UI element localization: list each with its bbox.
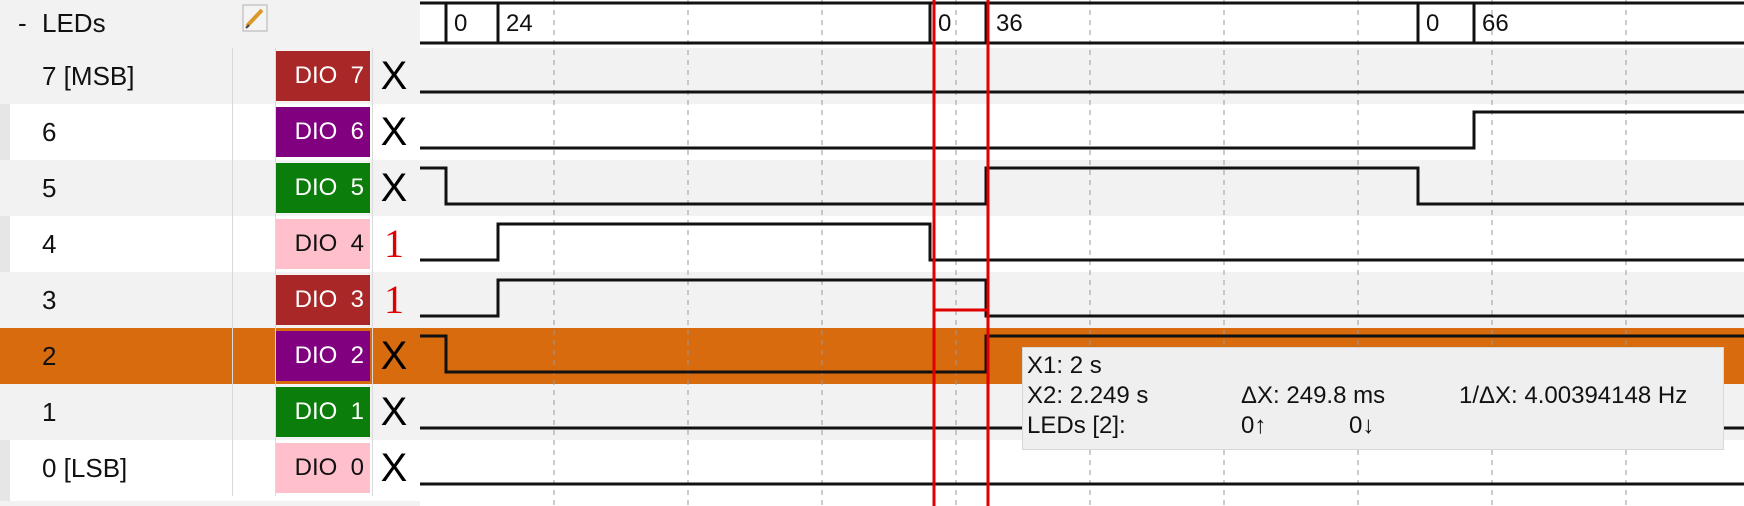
channel-name: 1 [42,397,57,427]
delta-x-readout: ΔX: 249.8 ms [1241,382,1386,409]
rising-edge-count: 0↑ [1241,412,1267,439]
channel-name: 3 [42,285,57,315]
bus-value: 0 [1426,10,1439,37]
channel-name: 5 [42,173,57,203]
channel-name: 4 [42,229,57,259]
channel-row[interactable]: 5 DIO 5X [0,160,420,216]
bus-row-bg [420,0,1744,48]
wave-row-bg [420,48,1744,104]
column-divider [372,160,373,216]
channel-name: 6 [42,117,57,147]
column-divider [372,104,373,160]
column-divider [232,48,233,104]
channel-state[interactable]: X [376,48,412,104]
column-divider [232,440,233,496]
channel-edge-label: LEDs [2]: [1027,412,1126,439]
dio-pin-label[interactable]: DIO 4 [276,219,370,269]
bus-value: 66 [1482,10,1509,37]
dio-pin-label[interactable]: DIO 1 [276,387,370,437]
channel-state[interactable]: X [376,160,412,216]
bus-value: 36 [996,10,1023,37]
collapse-toggle[interactable]: - [18,8,27,39]
column-divider [232,160,233,216]
dio-pin-label[interactable]: DIO 2 [276,331,370,381]
bus-name: LEDs [42,8,106,38]
channel-state[interactable]: 1 [376,216,412,272]
column-divider [232,104,233,160]
column-divider [372,272,373,328]
channel-row[interactable]: 0 [LSB] DIO 0X [0,440,420,496]
channel-name: 2 [42,341,57,371]
channel-row[interactable]: 4 DIO 41 [0,216,420,272]
column-divider [232,272,233,328]
channel-row[interactable]: 3 DIO 31 [0,272,420,328]
list-footer [0,501,420,506]
column-divider [372,48,373,104]
column-divider [232,216,233,272]
channel-name: 7 [MSB] [42,61,135,91]
bus-value: 0 [454,10,467,37]
channel-state[interactable]: 1 [376,272,412,328]
x2-readout: X2: 2.249 s [1027,382,1149,409]
channel-row[interactable]: 1 DIO 1X [0,384,420,440]
channel-name: 0 [LSB] [42,453,128,483]
dio-pin-label[interactable]: DIO 3 [276,275,370,325]
channel-row[interactable]: 7 [MSB] DIO 7X [0,48,420,104]
channel-state[interactable]: X [376,440,412,496]
column-divider [372,384,373,440]
channel-state[interactable]: X [376,384,412,440]
falling-edge-count: 0↓ [1349,412,1375,439]
column-divider [372,440,373,496]
column-divider [232,328,233,384]
dio-pin-label[interactable]: DIO 5 [276,163,370,213]
bus-header-row[interactable]: - LEDs [0,0,420,48]
frequency-readout: 1/ΔX: 4.00394148 Hz [1459,382,1688,409]
pencil-edit-icon[interactable] [242,4,268,32]
dio-pin-label[interactable]: DIO 0 [276,443,370,493]
column-divider [372,328,373,384]
bus-value: 24 [506,10,533,37]
bus-value: 0 [938,10,951,37]
column-divider [232,384,233,440]
cursor-measurement-tooltip: X1: 2 s X2: 2.249 s ΔX: 249.8 ms 1/ΔX: 4… [1022,347,1724,450]
channel-state[interactable]: X [376,104,412,160]
channel-state[interactable]: X [376,328,412,384]
channel-row[interactable]: 2 DIO 2X [0,328,420,384]
channel-row[interactable]: 6 DIO 6X [0,104,420,160]
dio-pin-label[interactable]: DIO 7 [276,51,370,101]
dio-pin-label[interactable]: DIO 6 [276,107,370,157]
x1-readout: X1: 2 s [1027,352,1102,379]
channel-list: - LEDs 7 [MSB] DIO 7 X 6 DIO 6 X 5 DIO 5 X 4 DIO 4… [0,0,420,506]
column-divider [372,216,373,272]
